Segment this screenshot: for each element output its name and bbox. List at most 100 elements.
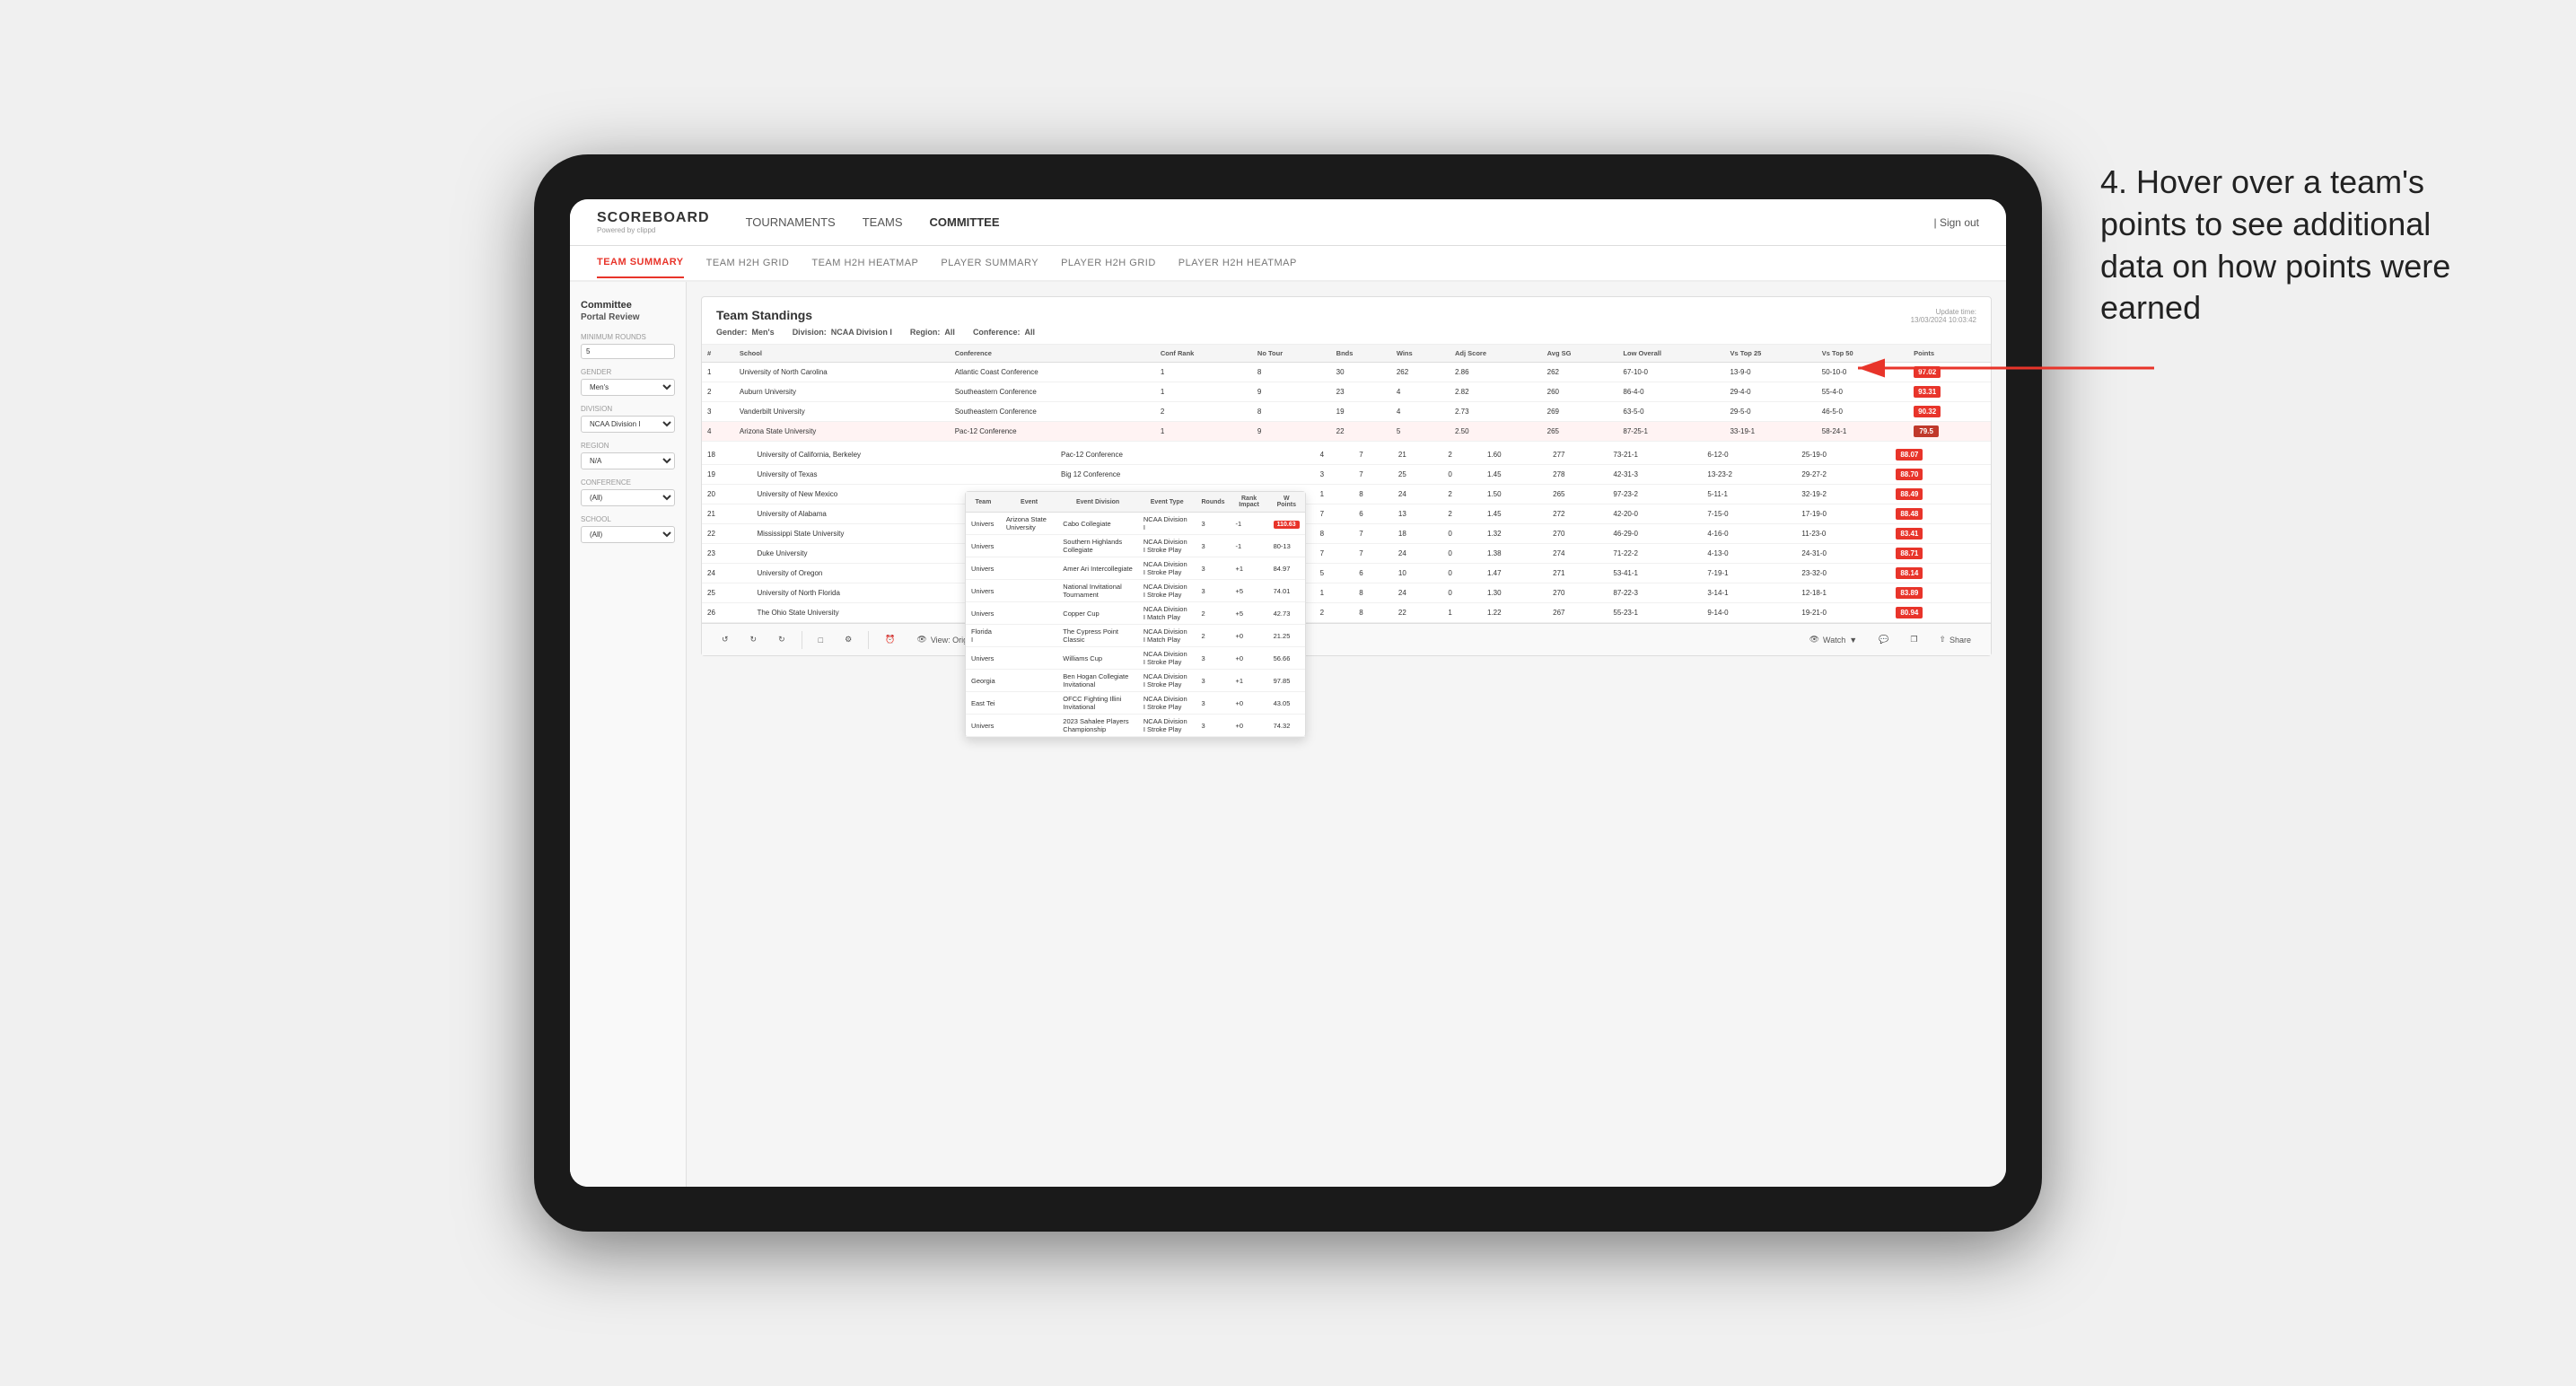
eye-icon: 👁 <box>1809 635 1819 645</box>
toolbar-right: 👁 Watch ▼ 💬 ❐ ⇧ Share <box>1804 632 1976 647</box>
view-icon: 👁 <box>916 635 926 645</box>
tooltip-row: Univers Amer Ari Intercollegiate NCAA Di… <box>966 557 1305 580</box>
lower-teams-table: 18 University of California, Berkeley Pa… <box>702 445 1991 623</box>
points-badge[interactable]: 88.70 <box>1896 469 1923 480</box>
col-rank: # <box>702 345 734 363</box>
table-row: 2 Auburn University Southeastern Confere… <box>702 382 1991 402</box>
share-button[interactable]: ⇧ Share <box>1933 632 1976 647</box>
nav-teams[interactable]: TEAMS <box>863 201 903 243</box>
points-badge[interactable]: 83.41 <box>1896 528 1923 539</box>
redo-button[interactable]: ↻ <box>745 632 763 647</box>
sub-nav: TEAM SUMMARY TEAM H2H GRID TEAM H2H HEAT… <box>570 246 2006 282</box>
points-badge[interactable]: 88.14 <box>1896 567 1923 579</box>
points-badge[interactable]: 88.49 <box>1896 488 1923 500</box>
tooltip-row: Georgia Ben Hogan Collegiate Invitationa… <box>966 670 1305 692</box>
expand-button[interactable]: ❐ <box>1905 632 1923 647</box>
col-conference: Conference <box>950 345 1155 363</box>
nav-tournaments[interactable]: TOURNAMENTS <box>746 201 836 243</box>
top-nav: SCOREBOARD Powered by clippd TOURNAMENTS… <box>570 199 2006 246</box>
col-bnds: Bnds <box>1331 345 1391 363</box>
filter-gender[interactable]: Men's <box>581 379 675 396</box>
table-row: 23 Duke University Atlantic Coast Confer… <box>702 544 1991 564</box>
filter-label-division: Division <box>581 405 675 413</box>
tooltip-row: Univers Arizona State University Cabo Co… <box>966 513 1305 535</box>
table-row: 21 University of Alabama Southeastern Co… <box>702 504 1991 524</box>
subnav-player-h2h-heatmap[interactable]: PLAYER H2H HEATMAP <box>1178 249 1297 277</box>
col-low-overall: Low Overall <box>1617 345 1724 363</box>
points-badge[interactable]: 88.48 <box>1896 508 1923 520</box>
nav-items: TOURNAMENTS TEAMS COMMITTEE <box>746 201 1934 243</box>
subnav-team-h2h-grid[interactable]: TEAM H2H GRID <box>706 249 790 277</box>
filter-gender-display: Gender: Men's <box>716 328 775 337</box>
tooltip-row: Florida I The Cypress Point Classic NCAA… <box>966 625 1305 647</box>
arrow-svg <box>1849 341 2163 395</box>
col-avg-sg: Avg SG <box>1542 345 1618 363</box>
filter-min-rounds[interactable] <box>581 344 675 359</box>
tooltip-row: Univers Copper Cup NCAA Division I Match… <box>966 602 1305 625</box>
table-row: 25 University of North Florida ASUN Conf… <box>702 583 1991 603</box>
table-row: 26 The Ohio State University Big Ten Con… <box>702 603 1991 623</box>
watch-button[interactable]: 👁 Watch ▼ <box>1804 632 1863 647</box>
toolbar-sep-2 <box>868 631 869 649</box>
tooltip-table: Team Event Event Division Event Type Rou… <box>966 492 1305 737</box>
filter-school[interactable]: (All) <box>581 526 675 543</box>
filter-division[interactable]: NCAA Division I <box>581 416 675 433</box>
report-header: Team Standings Gender: Men's Division: N… <box>702 297 1991 345</box>
tablet-screen: SCOREBOARD Powered by clippd TOURNAMENTS… <box>570 199 2006 1187</box>
filter-label-conference: Conference <box>581 478 675 487</box>
sidebar: Committee Portal Review Minimum Rounds G… <box>570 282 687 1187</box>
filter-label-school: School <box>581 515 675 523</box>
clock-button[interactable]: ⏰ <box>880 632 900 647</box>
points-badge[interactable]: 88.71 <box>1896 548 1923 559</box>
points-tooltip: Team Event Event Division Event Type Rou… <box>965 491 1306 738</box>
logo-title: SCOREBOARD <box>597 210 710 226</box>
update-time: Update time: 13/03/2024 10:03:42 <box>1911 308 1976 324</box>
reset-button[interactable]: ↻ <box>773 632 791 647</box>
col-adj-score: Adj Score <box>1450 345 1542 363</box>
comment-button[interactable]: 💬 <box>1873 632 1894 647</box>
report-filters: Gender: Men's Division: NCAA Division I … <box>716 328 1035 337</box>
table-row: 22 Mississippi State University Southeas… <box>702 524 1991 544</box>
sidebar-subtitle: Portal Review <box>581 312 675 322</box>
tooltip-row: Univers 2023 Sahalee Players Championshi… <box>966 715 1305 737</box>
bottom-toolbar: ↺ ↻ ↻ □ ⚙ ⏰ 👁 View: Original <box>702 623 1991 655</box>
tooltip-row: East Tei OFCC Fighting Illini Invitation… <box>966 692 1305 715</box>
sign-out-link[interactable]: | Sign out <box>1934 216 1979 229</box>
points-badge[interactable]: 80.94 <box>1896 607 1923 618</box>
annotation-container: 4. Hover over a team's points to see add… <box>2100 162 2504 329</box>
table-row: 24 University of Oregon Pac-12 Conferenc… <box>702 564 1991 583</box>
filter-label-region: Region <box>581 442 675 450</box>
points-badge-highlighted[interactable]: 79.5 <box>1914 425 1939 437</box>
copy-button[interactable]: □ <box>813 633 828 647</box>
filter-label-gender: Gender <box>581 368 675 376</box>
subnav-player-summary[interactable]: PLAYER SUMMARY <box>941 249 1038 277</box>
tooltip-row: Univers Williams Cup NCAA Division I Str… <box>966 647 1305 670</box>
col-no-tour: No Tour <box>1252 345 1331 363</box>
tablet-frame: SCOREBOARD Powered by clippd TOURNAMENTS… <box>534 154 2042 1232</box>
filter-conference[interactable]: (All) <box>581 489 675 506</box>
filter-division-display: Division: NCAA Division I <box>793 328 892 337</box>
team-standings-table: # School Conference Conf Rank No Tour Bn… <box>702 345 1991 442</box>
chevron-down-icon: ▼ <box>1849 636 1857 645</box>
table-row: 18 University of California, Berkeley Pa… <box>702 445 1991 465</box>
subnav-team-h2h-heatmap[interactable]: TEAM H2H HEATMAP <box>811 249 918 277</box>
report-title: Team Standings <box>716 308 1035 322</box>
report-container: Team Standings Gender: Men's Division: N… <box>701 296 1992 656</box>
filter-region[interactable]: N/A <box>581 452 675 469</box>
logo: SCOREBOARD Powered by clippd <box>597 210 710 234</box>
points-badge[interactable]: 88.07 <box>1896 449 1923 461</box>
tooltip-row: Univers Southern Highlands Collegiate NC… <box>966 535 1305 557</box>
sidebar-title: Committee <box>581 300 675 311</box>
nav-committee[interactable]: COMMITTEE <box>930 201 1000 243</box>
settings-button[interactable]: ⚙ <box>839 632 857 647</box>
subnav-team-summary[interactable]: TEAM SUMMARY <box>597 248 684 278</box>
share-icon: ⇧ <box>1939 635 1946 645</box>
undo-button[interactable]: ↺ <box>716 632 734 647</box>
col-vs-top25: Vs Top 25 <box>1724 345 1816 363</box>
filter-label-rounds: Minimum Rounds <box>581 333 675 341</box>
subnav-player-h2h-grid[interactable]: PLAYER H2H GRID <box>1061 249 1156 277</box>
report-area: Team Standings Gender: Men's Division: N… <box>687 282 2006 1187</box>
logo-sub: Powered by clippd <box>597 226 710 234</box>
points-badge[interactable]: 90.32 <box>1914 406 1941 417</box>
points-badge[interactable]: 83.89 <box>1896 587 1923 599</box>
